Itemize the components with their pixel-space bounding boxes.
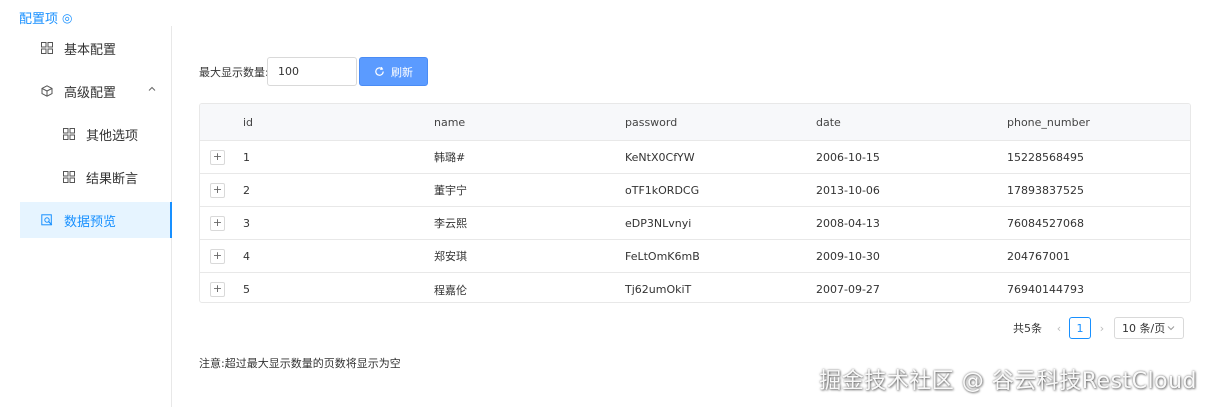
refresh-icon: [375, 66, 384, 76]
expand-row-button[interactable]: +: [210, 149, 225, 165]
cell-password: FeLtOmK6mB: [625, 249, 700, 263]
cell-password: oTF1kORDCG: [625, 183, 700, 197]
grid-icon: [62, 127, 76, 141]
cell-name: 李云熙: [434, 217, 467, 230]
page-title: 配置项 ◎: [19, 8, 73, 28]
cell-password: eDP3NLvnyi: [625, 216, 692, 230]
pagination-next-button[interactable]: ›: [1095, 317, 1109, 339]
chevron-down-icon: [1167, 326, 1175, 331]
cell-password: Tj62umOkiT: [625, 283, 692, 296]
page-size-select[interactable]: 10 条/页: [1114, 317, 1184, 339]
sidebar-item-label: 数据预览: [64, 214, 117, 230]
table-header: id name password date phone_number: [200, 104, 1190, 141]
sidebar-item-basic-config[interactable]: 基本配置: [40, 30, 160, 66]
cell-id: 5: [243, 283, 250, 296]
notice-text: 注意:超过最大显示数量的页数将显示为空: [199, 357, 401, 370]
expand-row-button[interactable]: +: [210, 182, 225, 198]
cell-phone-number: 17893837525: [1007, 183, 1084, 197]
watermark: 掘金技术社区 @ 谷云科技RestCloud: [819, 369, 1197, 394]
sidebar: 基本配置 高级配置 其他选项 结果断言 数据预览: [0, 26, 172, 407]
sidebar-item-label: 基本配置: [64, 42, 117, 58]
preview-icon: [40, 213, 54, 227]
cell-date: 2009-10-30: [816, 249, 880, 263]
column-header-password[interactable]: password: [625, 104, 677, 140]
refresh-button[interactable]: 刷新: [359, 57, 428, 86]
page-title-text: 配置项: [19, 12, 59, 27]
pagination-total: 共5条: [1013, 322, 1042, 335]
cube-icon: [40, 84, 54, 98]
cell-date: 2008-04-13: [816, 216, 880, 230]
column-header-id[interactable]: id: [243, 104, 253, 140]
cell-phone-number: 76084527068: [1007, 216, 1084, 230]
cell-phone-number: 15228568495: [1007, 150, 1084, 164]
expand-row-button[interactable]: +: [210, 248, 225, 264]
table-row: + 2 董宇宁 oTF1kORDCG 2013-10-06 1789383752…: [200, 174, 1190, 207]
cell-name: 韩璐#: [434, 151, 466, 164]
cell-date: 2013-10-06: [816, 183, 880, 197]
sidebar-item-result-assertion[interactable]: 结果断言: [62, 159, 162, 195]
expand-row-button[interactable]: +: [210, 215, 225, 231]
cell-id: 3: [243, 216, 250, 230]
cell-id: 4: [243, 249, 250, 263]
cell-id: 1: [243, 150, 250, 164]
grid-icon: [62, 170, 76, 184]
expand-row-button[interactable]: +: [210, 282, 225, 297]
cell-id: 2: [243, 183, 250, 197]
cell-name: 程嘉伦: [434, 283, 467, 297]
sidebar-item-other-options[interactable]: 其他选项: [62, 116, 162, 152]
page-size-value: 10 条/页: [1122, 322, 1166, 335]
cell-name: 董宇宁: [434, 184, 467, 197]
pagination-page-1[interactable]: 1: [1069, 317, 1091, 339]
pagination-prev-button[interactable]: ‹: [1052, 317, 1066, 339]
cell-date: 2007-09-27: [816, 283, 880, 296]
chevron-up-icon[interactable]: [146, 83, 158, 95]
cell-password: KeNtX0CfYW: [625, 150, 695, 164]
column-header-date[interactable]: date: [816, 104, 841, 140]
sidebar-item-data-preview[interactable]: 数据预览: [20, 202, 172, 238]
table-row: + 4 郑安琪 FeLtOmK6mB 2009-10-30 204767001: [200, 240, 1190, 273]
column-header-name[interactable]: name: [434, 104, 465, 140]
max-display-input[interactable]: [267, 57, 357, 86]
cell-name: 郑安琪: [434, 250, 467, 263]
table-row: + 5 程嘉伦 Tj62umOkiT 2007-09-27 7694014479…: [200, 273, 1190, 302]
sidebar-item-label: 结果断言: [86, 171, 139, 187]
sidebar-item-label: 高级配置: [64, 85, 117, 101]
refresh-button-label: 刷新: [391, 65, 413, 79]
sidebar-item-label: 其他选项: [86, 128, 139, 144]
grid-icon: [40, 41, 54, 55]
target-icon[interactable]: ◎: [62, 11, 72, 25]
table-row: + 3 李云熙 eDP3NLvnyi 2008-04-13 7608452706…: [200, 207, 1190, 240]
sidebar-item-advanced-config[interactable]: 高级配置: [40, 73, 172, 109]
data-table: id name password date phone_number + 1 韩…: [199, 103, 1191, 303]
cell-phone-number: 204767001: [1007, 249, 1070, 263]
cell-date: 2006-10-15: [816, 150, 880, 164]
column-header-phone-number[interactable]: phone_number: [1007, 104, 1090, 140]
cell-phone-number: 76940144793: [1007, 283, 1084, 296]
max-display-label: 最大显示数量:: [199, 66, 269, 79]
table-row: + 1 韩璐# KeNtX0CfYW 2006-10-15 1522856849…: [200, 141, 1190, 174]
